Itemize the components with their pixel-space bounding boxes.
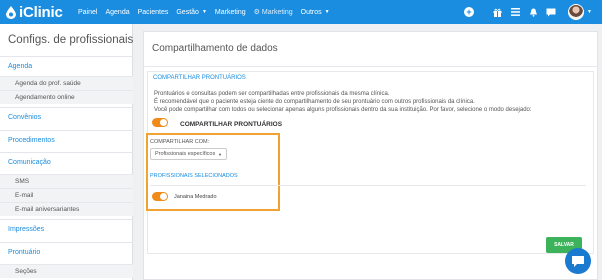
logo-icon <box>6 5 16 19</box>
sidebar-item-secoes[interactable]: Seções <box>0 264 133 278</box>
description-line: Você pode compartilhar com todos ou sele… <box>154 107 532 113</box>
gear-icon: ⚙ <box>253 9 260 16</box>
page-title: Compartilhamento de dados <box>152 43 278 54</box>
topbar-actions: + ▼ <box>464 0 602 24</box>
menu-icon[interactable] <box>508 5 522 19</box>
nav-marketing-settings[interactable]: ⚙ Marketing <box>253 8 293 17</box>
description: Prontuários e consultas podem ser compar… <box>154 90 594 114</box>
avatar[interactable] <box>568 4 585 20</box>
nav-painel[interactable]: Painel <box>78 9 97 16</box>
sidebar-item-impressoes[interactable]: Impressões <box>0 219 133 239</box>
chat-bubble-icon <box>572 255 584 267</box>
chat-support-button[interactable] <box>565 248 591 274</box>
professional-toggle[interactable] <box>152 192 168 201</box>
sidebar-item-email-aniversariantes[interactable]: E-mail aniversariantes <box>0 202 133 216</box>
nav-agenda[interactable]: Agenda <box>105 9 129 16</box>
share-records-toggle[interactable] <box>152 118 168 127</box>
toggle-knob <box>160 193 167 200</box>
chevron-down-icon: ▼ <box>218 152 222 157</box>
brand-name: iClinic <box>19 3 63 21</box>
sidebar-item-email[interactable]: E-mail <box>0 188 133 202</box>
top-navbar: iClinic Painel Agenda Pacientes Gestão ▼ … <box>0 0 602 24</box>
sidebar-item-comunicacao[interactable]: Comunicação <box>0 152 133 172</box>
sidebar-item-sms[interactable]: SMS <box>0 174 133 188</box>
toggle-knob <box>160 119 167 126</box>
nav-gestao[interactable]: Gestão ▼ <box>176 9 207 16</box>
plus-circle-icon[interactable]: + <box>464 7 475 17</box>
share-with-label: COMPARTILHAR COM: <box>150 139 210 145</box>
nav-marketing[interactable]: Marketing <box>215 9 246 16</box>
selected-professionals-label: PROFISSIONAIS SELECIONADOS <box>150 173 238 179</box>
sidebar-title: Configs. de profissionais <box>8 34 134 46</box>
sidebar-item-convenios[interactable]: Convênios <box>0 107 133 127</box>
chevron-down-icon[interactable]: ▼ <box>587 9 592 15</box>
main-panel: Compartilhamento de dados COMPARTILHAR P… <box>143 31 598 280</box>
gift-icon[interactable] <box>490 5 504 19</box>
section-heading: COMPARTILHAR PRONTUÁRIOS <box>153 75 246 81</box>
sidebar-item-prontuario[interactable]: Prontuário <box>0 242 133 262</box>
professional-name: Janaina Medrado <box>174 194 217 200</box>
toggle-label: COMPARTILHAR PRONTUÁRIOS <box>180 121 283 128</box>
bell-icon[interactable] <box>526 5 540 19</box>
settings-sidebar: Configs. de profissionais Agenda Agenda … <box>0 24 133 280</box>
description-line: Prontuários e consultas podem ser compar… <box>154 91 390 97</box>
chevron-down-icon: ▼ <box>324 9 330 15</box>
main-nav: Painel Agenda Pacientes Gestão ▼ Marketin… <box>78 0 338 24</box>
chat-icon[interactable] <box>544 5 558 19</box>
sidebar-item-agendamento-online[interactable]: Agendamento online <box>0 90 133 104</box>
divider <box>150 185 586 186</box>
sidebar-item-procedimentos[interactable]: Procedimentos <box>0 130 133 150</box>
description-line: É recomendável que o paciente esteja cie… <box>154 99 475 105</box>
chevron-down-icon: ▼ <box>201 9 207 15</box>
nav-pacientes[interactable]: Pacientes <box>138 9 169 16</box>
share-with-value: Profissionais específicos <box>155 151 216 157</box>
share-with-select[interactable]: Profissionais específicos ▼ <box>150 148 227 160</box>
brand-logo[interactable]: iClinic <box>6 3 63 21</box>
divider <box>144 66 597 67</box>
nav-outros[interactable]: Outros ▼ <box>301 9 330 16</box>
sidebar-item-agenda-prof-saude[interactable]: Agenda do prof. saúde <box>0 76 133 90</box>
sidebar-item-agenda[interactable]: Agenda <box>0 56 133 76</box>
